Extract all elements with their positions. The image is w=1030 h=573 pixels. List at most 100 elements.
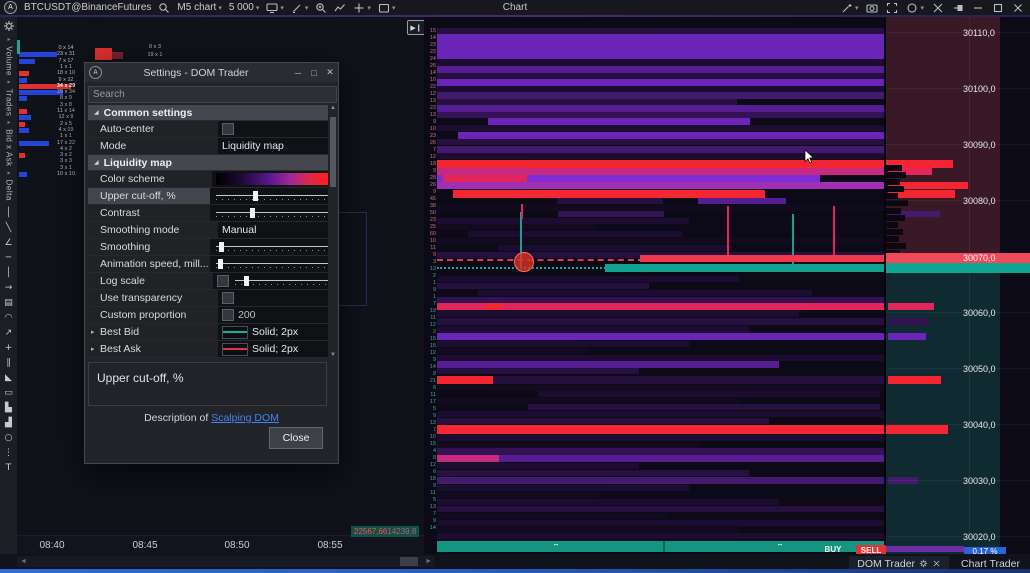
ladder-cell[interactable]: 4 x 19 — [47, 127, 85, 133]
setting-value[interactable]: Manual — [218, 222, 328, 238]
color-scheme-gradient[interactable] — [216, 173, 328, 185]
parallel-channel-tool[interactable]: ∥ — [1, 357, 16, 369]
slider-thumb[interactable] — [219, 242, 224, 252]
buy-button[interactable]: BUY — [816, 544, 850, 554]
setting-value[interactable]: Liquidity map — [218, 138, 328, 154]
setting-value[interactable] — [213, 273, 328, 289]
maximize-icon[interactable] — [992, 2, 1004, 14]
replay-button[interactable]: ▶❙ — [407, 20, 425, 35]
setting-value[interactable]: 200 — [218, 307, 328, 323]
draw-button[interactable]: ▾ — [291, 2, 309, 14]
filled-rect-tool[interactable]: ▤ — [1, 297, 16, 309]
slider-thumb[interactable] — [244, 276, 249, 286]
ladder-cell[interactable]: 10 x 10 — [47, 171, 85, 177]
setting-row-mode[interactable]: ModeLiquidity map — [88, 138, 328, 155]
ladder-cell[interactable]: 4 x 2 — [47, 146, 85, 152]
arrow-tool[interactable]: → — [1, 282, 16, 294]
liquidity-map-chart[interactable]: 30110,030100,030090,030080,030060,030050… — [424, 17, 1030, 554]
pin-icon[interactable] — [952, 2, 964, 14]
trendline-tool[interactable]: ╲ — [1, 222, 16, 234]
slider[interactable] — [235, 275, 328, 287]
text-tool[interactable]: T — [1, 462, 16, 474]
ladder-cell[interactable]: 3 x 2 — [47, 152, 85, 158]
ladder-cell[interactable]: 17 x 22 — [47, 140, 85, 146]
slider-thumb[interactable] — [218, 259, 223, 269]
settings-search-input[interactable] — [88, 86, 337, 103]
arc-tool[interactable]: ◠ — [1, 312, 16, 324]
chart-line-icon[interactable] — [334, 2, 346, 14]
line-style-swatch[interactable] — [222, 326, 248, 339]
layout-button[interactable]: ▾ — [378, 2, 396, 14]
ladder-cell[interactable]: 0 x 14 — [47, 45, 85, 51]
settings-section-common-settings[interactable]: ◢Common settings — [88, 105, 328, 121]
scroll-left-icon[interactable]: ◄ — [20, 558, 27, 565]
triangle-tool[interactable]: ◣ — [1, 372, 16, 384]
ellipse-tool[interactable]: ○ — [1, 432, 16, 444]
slider[interactable] — [216, 258, 328, 270]
dots-tool[interactable]: ⋮ — [1, 447, 16, 459]
symbol-selector[interactable]: BTCUSDT@BinanceFutures — [24, 2, 151, 13]
setting-row-auto-center[interactable]: Auto-center — [88, 121, 328, 138]
scroll-down-icon[interactable]: ▼ — [330, 352, 336, 358]
setting-value[interactable]: Solid; 2px — [218, 324, 328, 340]
time-axis[interactable]: 08:4008:4508:5008:55 — [17, 535, 434, 554]
setting-value[interactable] — [210, 205, 328, 221]
volume-profile-tool[interactable]: ▙ — [1, 402, 16, 414]
angle-tool[interactable]: ∠ — [1, 237, 16, 249]
setting-row-best-ask[interactable]: ▸Best AskSolid; 2px — [88, 341, 328, 358]
slider[interactable] — [216, 241, 328, 253]
wand-button[interactable]: ▾ — [841, 2, 859, 14]
setting-row-use-transparency[interactable]: Use transparency — [88, 290, 328, 307]
slider[interactable] — [216, 207, 328, 219]
ladder-cell[interactable]: 18 x 10 — [47, 70, 85, 76]
zoom-in-icon[interactable] — [315, 2, 327, 14]
setting-row-best-bid[interactable]: ▸Best BidSolid; 2px — [88, 324, 328, 341]
ladder-cell[interactable]: 7 x 17 — [47, 58, 85, 64]
ladder-cell[interactable]: 3 x 1 — [47, 165, 85, 171]
scrollbar-thumb[interactable] — [400, 557, 418, 566]
setting-row-custom-proportion[interactable]: Custom proportion200 — [88, 307, 328, 324]
setting-row-smoothing-mode[interactable]: Smoothing modeManual — [88, 222, 328, 239]
setting-value[interactable] — [210, 188, 328, 204]
setting-value[interactable] — [210, 256, 328, 272]
setting-row-upper-cut-off-[interactable]: Upper cut-off, % — [88, 188, 328, 205]
ladder-cell[interactable]: 3 x 3 — [47, 158, 85, 164]
cross-tool[interactable]: + — [1, 342, 16, 354]
dialog-title-bar[interactable]: A Settings - DOM Trader ─ □ ✕ — [85, 63, 338, 82]
close-icon[interactable] — [1012, 2, 1024, 14]
ladder-cell[interactable]: 1 x 1 — [47, 64, 85, 70]
histogram-tool[interactable]: ▟ — [1, 417, 16, 429]
expand-arrow-icon[interactable]: ▸ — [91, 328, 95, 336]
setting-value[interactable]: Solid; 2px — [218, 341, 328, 357]
scrollbar-thumb[interactable] — [330, 117, 336, 187]
style-button[interactable]: ▾ — [906, 2, 924, 14]
checkbox[interactable] — [222, 123, 234, 135]
expand-icon[interactable] — [886, 2, 898, 14]
setting-row-contrast[interactable]: Contrast — [88, 205, 328, 222]
ladder-cell[interactable]: 12 x 9 — [47, 114, 85, 120]
ladder-cell[interactable]: 9 x 32 — [47, 77, 85, 83]
magnifier-icon[interactable] — [158, 2, 170, 14]
add-button[interactable]: ▾ — [353, 2, 371, 14]
gear-icon[interactable] — [919, 559, 928, 568]
ladder-cell[interactable]: 3 x 8 — [47, 102, 85, 108]
ladder-cell[interactable]: 34 x 29 — [47, 83, 85, 89]
dialog-close-icon[interactable]: ✕ — [322, 67, 338, 78]
ladder-cell[interactable]: 23 x 31 — [47, 51, 85, 57]
indicator-tabs[interactable]: ▸ Volume ▸ Trades ▸ Bid x Ask ▸ Delta — [1, 36, 17, 201]
setting-value[interactable] — [218, 121, 328, 137]
gear-icon[interactable] — [3, 20, 15, 32]
slider[interactable] — [216, 190, 328, 202]
dialog-maximize-icon[interactable]: □ — [306, 68, 322, 78]
close-button[interactable]: Close — [269, 427, 323, 449]
scroll-right-icon[interactable]: ► — [425, 558, 432, 565]
vertical-line-tool[interactable]: │ — [1, 207, 16, 219]
horizontal-scrollbar[interactable]: ◄ ► — [17, 556, 434, 567]
timeframe-selector[interactable]: M5 chart▾ — [177, 2, 221, 13]
monitor-button[interactable]: ▾ — [266, 2, 284, 14]
contracts-selector[interactable]: 5 000▾ — [229, 2, 260, 13]
tools-icon[interactable] — [932, 2, 944, 14]
ray-tool[interactable]: ↗ — [1, 327, 16, 339]
checkbox[interactable] — [217, 275, 229, 287]
ladder-cell[interactable]: 2 x 5 — [47, 121, 85, 127]
